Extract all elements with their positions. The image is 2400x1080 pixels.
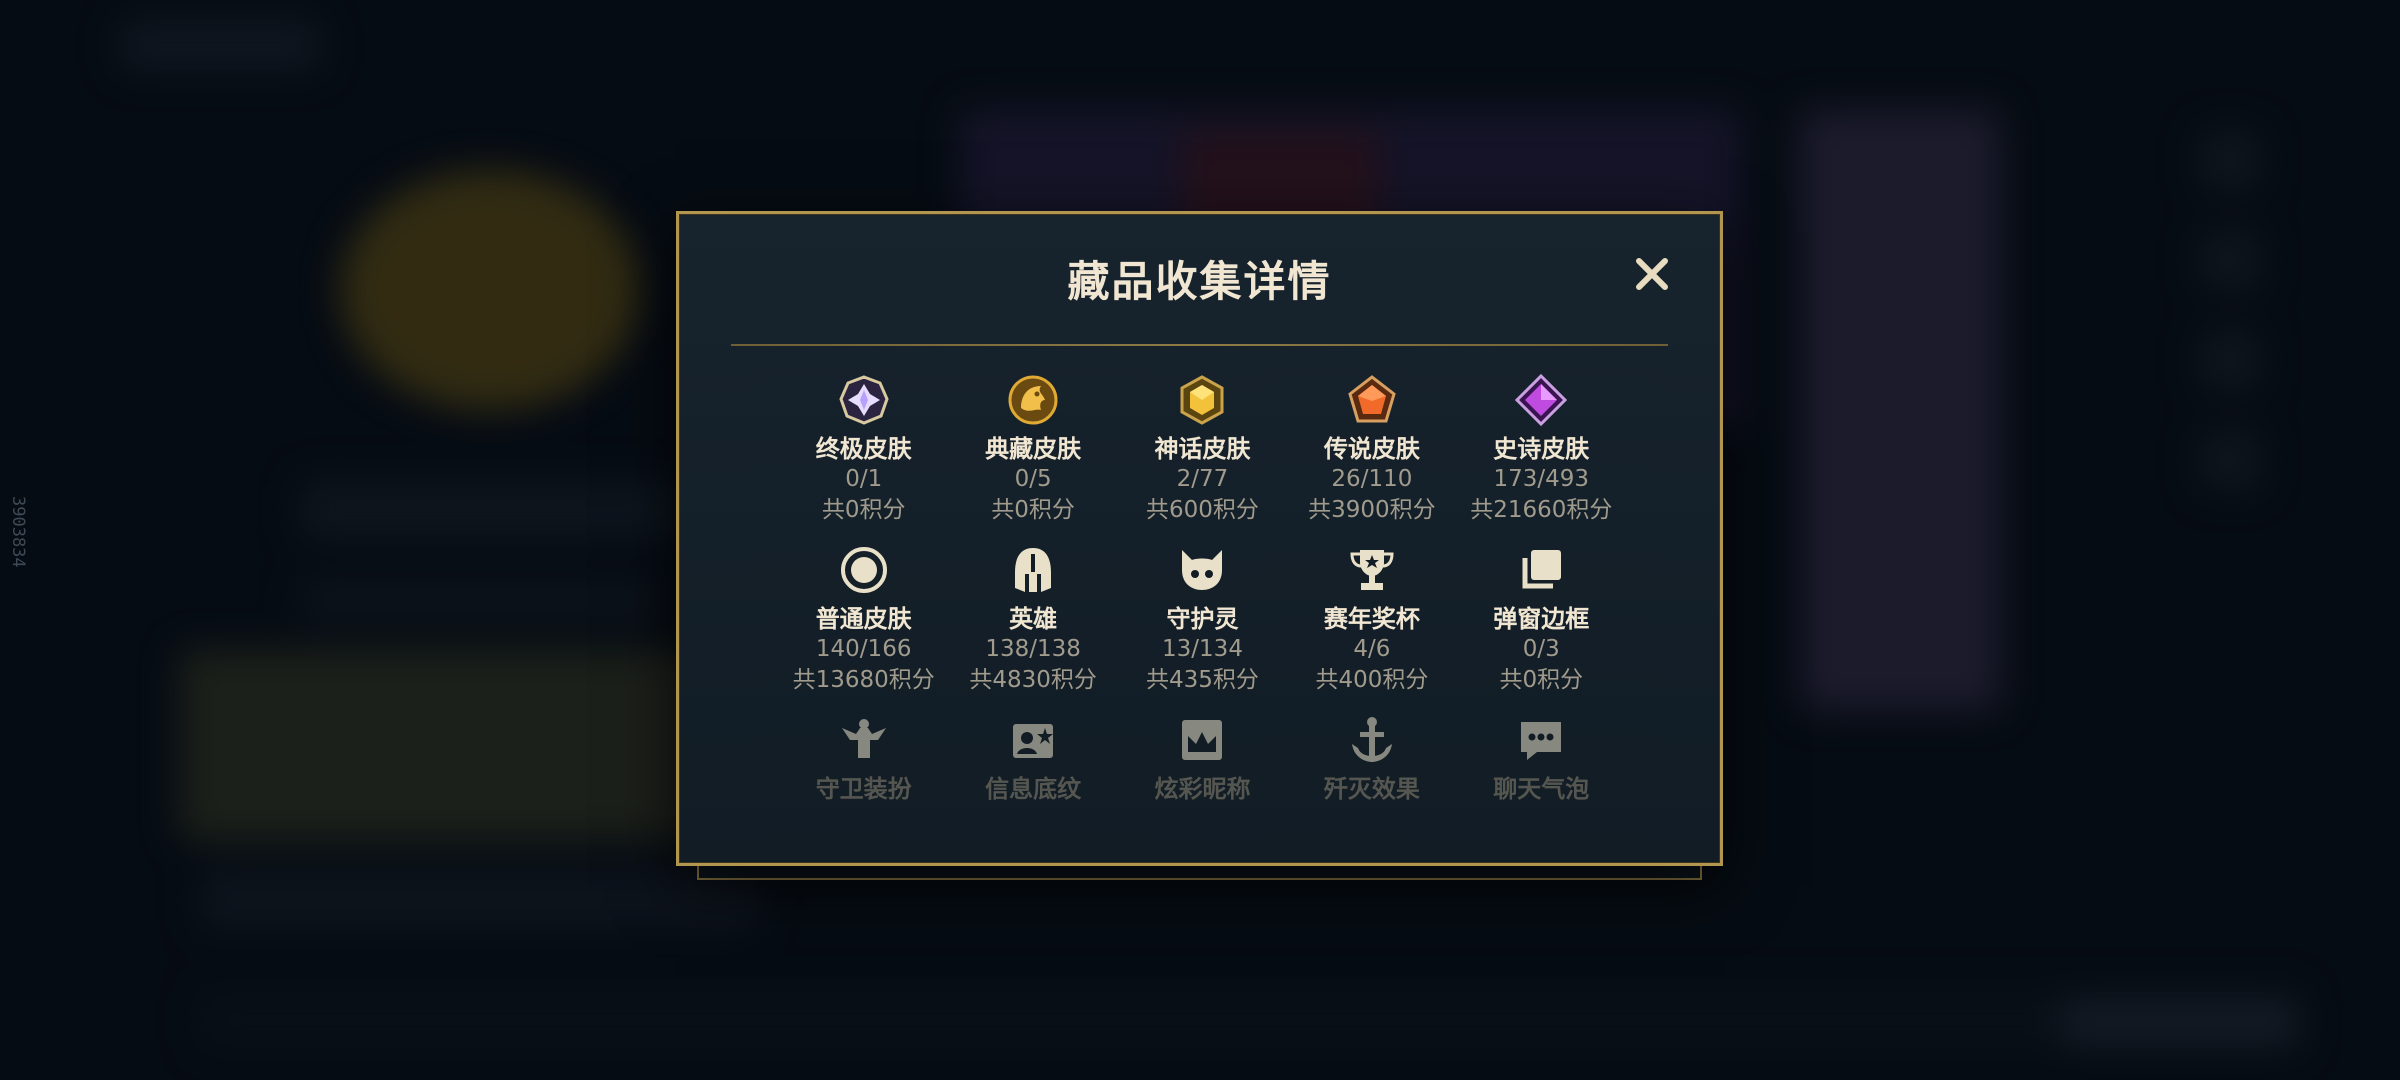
category-points: 共0积分: [821, 497, 906, 523]
category-count: 13/134: [1162, 636, 1243, 662]
collection-grid: 终极皮肤 0/1 共0积分 典藏皮肤 0/5 共0积分 神话皮肤 2/77 共6…: [779, 374, 1626, 804]
category-count: 4/6: [1353, 636, 1391, 662]
category-label: 炫彩昵称: [1154, 775, 1251, 803]
ultimate-skin-icon: [838, 374, 890, 426]
epic-skin-icon: [1515, 374, 1568, 426]
mythic-skin-icon: [1176, 374, 1228, 426]
category-label: 赛年奖杯: [1323, 605, 1420, 633]
category-count: 26/110: [1331, 466, 1413, 492]
modal-title: 藏品收集详情: [1067, 257, 1332, 306]
category-label: 信息底纹: [985, 775, 1082, 803]
category-count: 173/493: [1493, 466, 1590, 492]
trophy-icon: [1346, 544, 1398, 596]
category-label: 守护灵: [1166, 605, 1239, 633]
category-count: 138/138: [985, 636, 1081, 662]
category-points: 共600积分: [1146, 497, 1259, 523]
category-label: 聊天气泡: [1493, 775, 1590, 803]
category-chat-bubble[interactable]: 聊天气泡: [1457, 714, 1626, 804]
banner-icon: [1007, 714, 1059, 766]
category-epic-skin[interactable]: 史诗皮肤 173/493 共21660积分: [1457, 374, 1626, 526]
category-label: 普通皮肤: [815, 605, 912, 633]
category-count: 0/5: [1014, 466, 1052, 492]
category-points: 共400积分: [1315, 667, 1429, 693]
category-frame[interactable]: 弹窗边框 0/3 共0积分: [1457, 544, 1626, 696]
category-banner[interactable]: 信息底纹: [948, 714, 1117, 804]
category-points: 共0积分: [991, 497, 1075, 523]
collection-details-modal: 藏品收集详情 终极皮肤 0/1 共0积分 典藏皮肤 0/5 共0积分 神话皮肤 …: [676, 211, 1723, 866]
category-label: 弹窗边框: [1493, 605, 1590, 633]
frame-icon: [1515, 544, 1567, 596]
category-count: 0/1: [845, 466, 883, 492]
legendary-skin-icon: [1346, 374, 1398, 426]
category-points: 共0积分: [1499, 667, 1584, 693]
category-nickname[interactable]: 炫彩昵称: [1118, 714, 1287, 804]
category-label: 终极皮肤: [815, 435, 912, 463]
side-id-text: 3903834: [8, 496, 28, 568]
category-label: 史诗皮肤: [1493, 435, 1590, 463]
category-count: 2/77: [1176, 466, 1229, 492]
category-champion[interactable]: 英雄 138/138 共4830积分: [948, 544, 1117, 696]
standard-skin-icon: [838, 544, 890, 596]
category-label: 传说皮肤: [1323, 435, 1420, 463]
close-icon: [1636, 258, 1668, 290]
category-points: 共4830积分: [969, 667, 1097, 693]
little-legend-icon: [1176, 544, 1228, 596]
category-label: 神话皮肤: [1154, 435, 1251, 463]
category-ultimate-skin[interactable]: 终极皮肤 0/1 共0积分: [779, 374, 948, 526]
category-count: 140/166: [815, 636, 912, 662]
chat-bubble-icon: [1515, 714, 1567, 766]
category-points: 共21660积分: [1470, 497, 1613, 523]
category-points: 共3900积分: [1308, 497, 1436, 523]
category-little-legend[interactable]: 守护灵 13/134 共435积分: [1118, 544, 1287, 696]
category-ward-skin[interactable]: 守卫装扮: [779, 714, 948, 804]
nickname-icon: [1176, 714, 1228, 766]
ward-skin-icon: [838, 714, 890, 766]
category-prestige-skin[interactable]: 典藏皮肤 0/5 共0积分: [948, 374, 1117, 526]
category-label: 英雄: [1009, 605, 1058, 633]
close-button[interactable]: [1630, 252, 1674, 296]
category-label: 守卫装扮: [815, 775, 912, 803]
modal-base-frame: [697, 866, 1702, 880]
champion-helmet-icon: [1007, 544, 1059, 596]
category-points: 共435积分: [1146, 667, 1259, 693]
category-mythic-skin[interactable]: 神话皮肤 2/77 共600积分: [1118, 374, 1287, 526]
finisher-icon: [1346, 714, 1398, 766]
category-points: 共13680积分: [792, 667, 935, 693]
prestige-skin-icon: [1007, 374, 1059, 426]
title-divider: [731, 344, 1668, 346]
category-finisher[interactable]: 歼灭效果: [1287, 714, 1456, 804]
category-season-trophy[interactable]: 赛年奖杯 4/6 共400积分: [1287, 544, 1456, 696]
category-legendary-skin[interactable]: 传说皮肤 26/110 共3900积分: [1287, 374, 1456, 526]
category-standard-skin[interactable]: 普通皮肤 140/166 共13680积分: [779, 544, 948, 696]
category-label: 歼灭效果: [1323, 775, 1420, 803]
category-count: 0/3: [1522, 636, 1560, 662]
category-label: 典藏皮肤: [985, 435, 1082, 463]
